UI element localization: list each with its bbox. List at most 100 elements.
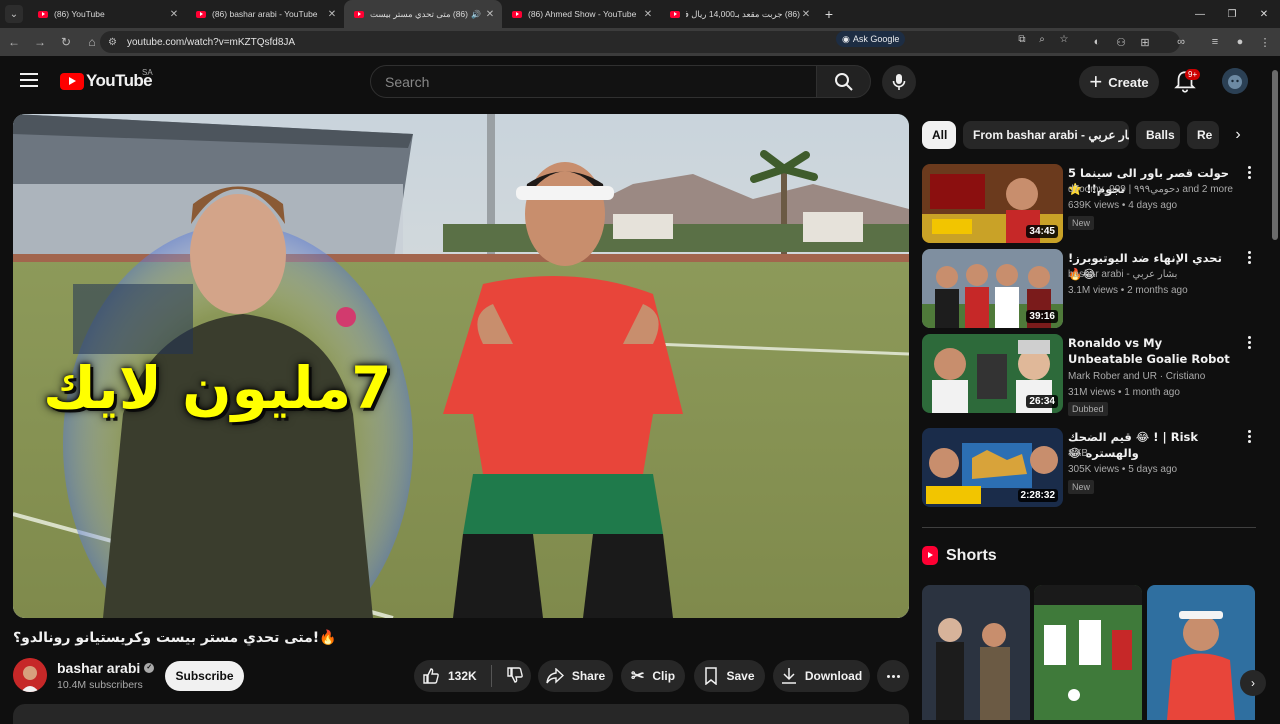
download-button[interactable]: Download — [773, 660, 870, 692]
profile-icon[interactable]: ● — [1230, 30, 1250, 54]
more-actions-button[interactable] — [877, 660, 909, 692]
puzzle-icon[interactable]: ⊞ — [1135, 30, 1155, 54]
youtube-play-icon — [60, 72, 84, 90]
close-icon[interactable]: ✕ — [168, 9, 180, 20]
short-thumbnail[interactable] — [1034, 585, 1142, 720]
video-thumbnail[interactable]: 2:28:32 — [922, 428, 1063, 507]
like-count: 132K — [448, 669, 477, 683]
page-scrollbar[interactable] — [1270, 58, 1280, 720]
minimize-icon[interactable]: — — [1184, 0, 1216, 28]
tab-title: (86) YouTube — [54, 9, 105, 19]
chip-all[interactable]: All — [922, 121, 956, 149]
recommended-video[interactable]: 26:34 Ronaldo vs My Unbeatable Goalie Ro… — [922, 334, 1262, 416]
plus-icon: + — [1089, 69, 1103, 94]
site-info-icon[interactable]: ⚙ — [108, 37, 117, 48]
shorts-logo-icon — [922, 546, 938, 565]
browser-tab-active[interactable]: (86) متى تحدي مستر بيست 🔊 ✕ — [344, 0, 502, 28]
ask-google-button[interactable]: ◉ Ask Google — [836, 31, 906, 47]
chip-related[interactable]: Re — [1187, 121, 1219, 149]
url-text: youtube.com/watch?v=mKZTQsfd8JA — [126, 36, 296, 48]
browser-tab[interactable]: (86) bashar arabi - YouTube ✕ — [186, 0, 344, 28]
youtube-logo[interactable]: YouTube SA — [60, 68, 153, 91]
share-icon — [546, 668, 564, 684]
share-button[interactable]: Share — [538, 660, 613, 692]
youtube-favicon-icon — [38, 10, 48, 18]
video-thumbnail[interactable]: 39:16 — [922, 249, 1063, 328]
forward-icon[interactable]: → — [28, 30, 52, 54]
short-thumbnail[interactable] — [922, 585, 1030, 720]
clip-label: Clip — [652, 669, 676, 683]
dislike-button[interactable] — [506, 666, 524, 687]
more-vertical-icon[interactable] — [1248, 336, 1252, 349]
chevron-right-icon[interactable]: › — [1240, 670, 1266, 696]
more-vertical-icon[interactable] — [1248, 430, 1252, 443]
account-avatar[interactable] — [1222, 68, 1248, 94]
short-thumbnail[interactable] — [1147, 585, 1255, 720]
recommended-video[interactable]: 34:45 حولت قصر باور الى سينما 5 نجوم!! ⭐… — [922, 164, 1262, 244]
browser-tab[interactable]: (86) YouTube ✕ — [28, 0, 186, 28]
close-icon[interactable]: ✕ — [642, 9, 654, 20]
video-title: Ronaldo vs My Unbeatable Goalie Robot — [1068, 336, 1230, 366]
video-meta: 305K views • 5 days ago — [1068, 464, 1178, 475]
chip-balls[interactable]: Balls — [1136, 121, 1180, 149]
channel-name: SXB — [1068, 448, 1089, 459]
browser-tab[interactable]: (86) Ahmed Show - YouTube ✕ — [502, 0, 660, 28]
browser-tab-strip: ⌄ (86) YouTube ✕ (86) bashar arabi - You… — [0, 0, 1280, 28]
install-icon[interactable]: ⧉ — [1014, 31, 1030, 47]
tab-title: (86) Ahmed Show - YouTube — [528, 9, 637, 19]
video-thumbnail[interactable]: 34:45 — [922, 164, 1063, 243]
audio-playing-icon[interactable]: 🔊 — [471, 10, 481, 19]
scrollbar-thumb[interactable] — [1272, 70, 1278, 240]
media-icon[interactable]: ≡ — [1205, 30, 1225, 54]
chevron-right-icon[interactable]: › — [1224, 121, 1252, 149]
zoom-icon[interactable]: ⌕ — [1034, 31, 1050, 47]
hamburger-menu-icon[interactable] — [20, 73, 38, 87]
more-vertical-icon[interactable] — [1248, 251, 1252, 264]
reload-icon[interactable]: ↻ — [54, 30, 78, 54]
clip-button[interactable]: ✂ Clip — [621, 660, 685, 692]
video-duration: 34:45 — [1026, 225, 1058, 238]
divider — [490, 665, 492, 687]
like-button[interactable]: 132K — [422, 667, 477, 685]
close-icon[interactable]: ✕ — [800, 9, 812, 20]
recommended-video[interactable]: 39:16 تحدي الإنهاء ضد اليوتيوبرز! 😂🔥 bas… — [922, 249, 1262, 329]
close-icon[interactable]: ✕ — [484, 9, 496, 20]
new-tab-button[interactable]: + — [818, 6, 840, 22]
video-duration: 26:34 — [1026, 395, 1058, 408]
browser-menu-icon[interactable]: ⋮ — [1255, 30, 1275, 54]
video-thumbnail[interactable]: 26:34 — [922, 334, 1063, 413]
bookmark-star-icon[interactable]: ☆ — [1056, 31, 1072, 47]
video-player[interactable]: 7مليون لايك — [13, 114, 909, 618]
video-title: Risk | ! 😂 قيم الضحك والهستره 😂 — [1068, 430, 1199, 460]
recommended-video[interactable]: 2:28:32 Risk | ! 😂 قيم الضحك والهستره 😂 … — [922, 428, 1262, 508]
search-box — [370, 65, 817, 98]
extension-icon[interactable]: ⚇ — [1111, 30, 1131, 54]
like-dislike-group: 132K — [414, 660, 531, 692]
shorts-heading: Shorts — [922, 546, 997, 565]
channel-avatar[interactable] — [13, 658, 47, 692]
tab-search-button[interactable]: ⌄ — [0, 0, 28, 28]
subscribe-button[interactable]: Subscribe — [165, 661, 244, 691]
search-input[interactable] — [385, 73, 816, 90]
search-button[interactable] — [816, 65, 871, 98]
channel-name[interactable]: bashar arabi ✓ — [57, 660, 155, 676]
chip-from-channel[interactable]: From bashar arabi - بشار عربي — [963, 121, 1129, 149]
channel-name-text: bashar arabi — [57, 660, 141, 676]
tab-title: (86) bashar arabi - YouTube — [212, 9, 318, 19]
channel-name: bashar arabi - بشار عربي — [1068, 269, 1178, 280]
create-button[interactable]: + Create — [1079, 66, 1159, 98]
lens-icon: ◉ — [842, 33, 850, 44]
short-image — [922, 585, 1030, 720]
close-window-icon[interactable]: ✕ — [1248, 0, 1280, 28]
close-icon[interactable]: ✕ — [326, 9, 338, 20]
voice-search-button[interactable] — [882, 65, 916, 99]
restore-icon[interactable]: ❐ — [1216, 0, 1248, 28]
extension-icon[interactable]: ◐ — [1087, 30, 1107, 54]
description-box[interactable] — [13, 704, 909, 724]
youtube-favicon-icon — [354, 10, 364, 18]
more-vertical-icon[interactable] — [1248, 166, 1252, 179]
save-button[interactable]: Save — [694, 660, 765, 692]
link-icon[interactable]: ∞ — [1171, 30, 1191, 54]
browser-tab[interactable]: (86) جربت مقعد بـ14,000 ريال ف ✕ — [660, 0, 818, 28]
back-icon[interactable]: ← — [2, 30, 26, 54]
